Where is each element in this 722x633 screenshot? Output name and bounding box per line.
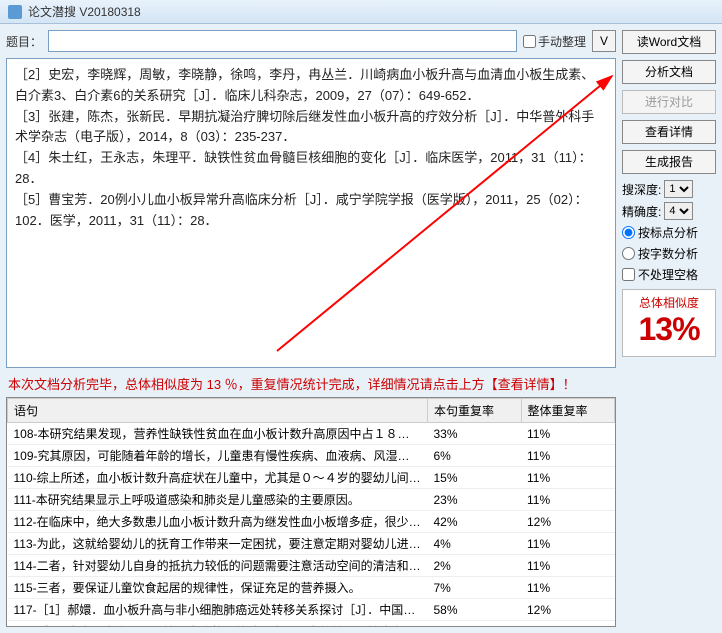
references-text: ［2］史宏，李晓辉，周敏，李晓静，徐鸣，李丹，冉丛兰．川崎病血小板升高与血清血小… [15,65,607,231]
status-text: 本次文档分析完毕，总体相似度为 13 ％，重复情况统计完成，详细情况请点击上方【… [6,368,616,397]
depth-select[interactable]: 1 [664,180,693,198]
col-header-2[interactable]: 整体重复率 [521,399,615,423]
by-punct-radio[interactable]: 按标点分析 [622,224,716,241]
references-panel: ［2］史宏，李晓辉，周敏，李晓静，徐鸣，李丹，冉丛兰．川崎病血小板升高与血清血小… [6,58,616,368]
topic-label: 题目： [6,33,42,50]
generate-report-button[interactable]: 生成报告 [622,150,716,174]
manual-sort-checkbox[interactable]: 手动整理 [523,33,586,50]
table-row[interactable]: 108-本研究结果发现，营养性缺铁性贫血在血小板计数升高原因中占１８．６％，另外… [8,423,615,445]
table-row[interactable]: 111-本研究结果显示上呼吸道感染和肺炎是儿童感染的主要原因。23%11% [8,489,615,511]
col-header-0[interactable]: 语句 [8,399,428,423]
depth-label: 搜深度: [622,181,661,198]
ignore-spaces-checkbox[interactable]: 不处理空格 [622,266,716,283]
topic-row: 题目： 手动整理 V [6,30,616,52]
table-row[interactable]: 115-三者，要保证儿童饮食起居的规律性，保证充足的营养摄入。7%11% [8,577,615,599]
table-row[interactable]: 113-为此，这就给婴幼儿的抚育工作带来一定困扰，要注意定期对婴幼儿进行营...… [8,533,615,555]
options-panel: 搜深度: 1 精确度: 4 按标点分析 按字数分析 不处理空格 [622,180,716,283]
titlebar: 论文潜搜 V20180318 [0,0,722,24]
table-row[interactable]: 114-二者，针对婴幼儿自身的抵抗力较低的问题需要注意活动空间的清洁和除菌，防止… [8,555,615,577]
precision-select[interactable]: 4 [664,202,693,220]
table-row[interactable]: 112-在临床中，绝大多数患儿血小板计数升高为继发性血小板增多症，很少出现症状，… [8,511,615,533]
by-chars-radio[interactable]: 按字数分析 [622,245,716,262]
precision-label: 精确度: [622,203,661,220]
analyze-button[interactable]: 分析文档 [622,60,716,84]
table-row[interactable]: 109-究其原因，可能随着年龄的增长，儿童患有慢性疾病、血液病、风湿及结缔组织疾… [8,445,615,467]
view-details-button[interactable]: 查看详情 [622,120,716,144]
compare-button: 进行对比 [622,90,716,114]
topic-input[interactable] [48,30,517,52]
table-row[interactable]: 110-综上所述，血小板计数升高症状在儿童中，尤其是０～４岁的婴幼儿间较为常见，… [8,467,615,489]
v-button[interactable]: V [592,30,616,52]
table-row[interactable]: 118-［2］史宏，李晓辉，周敏，李晓静，徐鸣，李丹，冉丛兰．川崎病血小板升高与… [8,621,615,628]
similarity-box: 总体相似度 13% [622,289,716,357]
results-table-wrap[interactable]: 语句本句重复率整体重复率 108-本研究结果发现，营养性缺铁性贫血在血小板计数升… [6,397,616,627]
window-title: 论文潜搜 V20180318 [28,3,141,20]
app-icon [8,5,22,19]
col-header-1[interactable]: 本句重复率 [428,399,522,423]
similarity-label: 总体相似度 [625,294,713,311]
table-row[interactable]: 117-［1］郝嬛．血小板升高与非小细胞肺癌远处转移关系探讨［J］．中国医学创新… [8,599,615,621]
similarity-value: 13% [625,311,713,348]
read-word-button[interactable]: 读Word文档 [622,30,716,54]
results-table: 语句本句重复率整体重复率 108-本研究结果发现，营养性缺铁性贫血在血小板计数升… [7,398,615,627]
